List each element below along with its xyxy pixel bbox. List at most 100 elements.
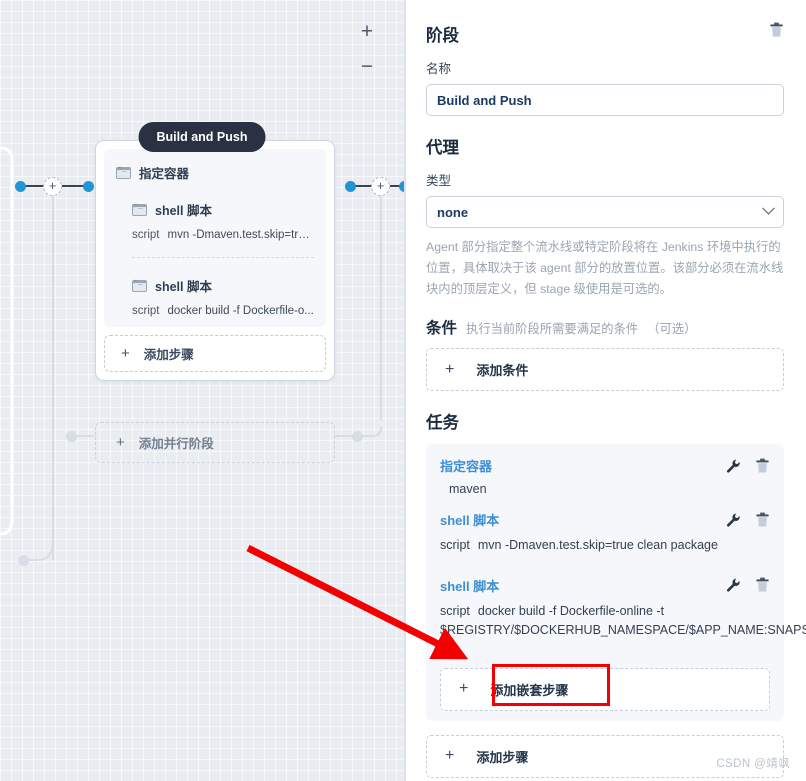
condition-optional: （可选） — [647, 322, 697, 337]
zoom-in-button[interactable]: + — [356, 21, 378, 44]
trash-icon-svg — [756, 458, 769, 473]
type-field-label: 类型 — [426, 174, 452, 188]
add-stage-right-button[interactable]: + — [371, 177, 390, 196]
plus-icon: + — [121, 345, 130, 362]
plus-icon: + — [459, 680, 469, 698]
task-actions — [726, 458, 770, 474]
watermark: CSDN @靖飒 — [716, 758, 790, 770]
task-item: shell 脚本 — [440, 510, 770, 555]
canvas-step-shell-1[interactable]: shell 脚本 — [116, 200, 314, 219]
task-actions — [726, 512, 770, 528]
parallel-connector-dot-left — [66, 431, 77, 442]
canvas-step-label: shell 脚本 — [155, 280, 212, 294]
plus-icon: + — [445, 747, 455, 765]
agent-help-text: Agent 部分指定整个流水线或特定阶段将在 Jenkins 环境中执行的位置，… — [426, 240, 784, 297]
task-header-row[interactable]: shell 脚本 — [440, 576, 770, 595]
add-nested-step-button[interactable]: + 添加嵌套步骤 — [440, 667, 770, 711]
name-field-label: 名称 — [426, 62, 452, 76]
script-value: docker build -f Dockerfile-o... — [167, 305, 314, 317]
script-value: mvn -Dmaven.test.skip=tru... — [167, 229, 314, 241]
trash-icon-svg — [756, 577, 769, 593]
plus-icon: + — [116, 434, 125, 451]
canvas-connectors — [0, 146, 404, 561]
task-actions — [726, 577, 770, 593]
add-parallel-stage-wrap: + 添加并行阶段 — [95, 422, 335, 463]
pipeline-editor: + − + + Build and Push 指定容器 shell 脚本 — [0, 0, 806, 781]
zoom-out-button[interactable]: − — [356, 56, 378, 79]
script-value: mvn -Dmaven.test.skip=true clean package — [477, 538, 718, 553]
trash-icon[interactable] — [755, 577, 770, 593]
task-header-row[interactable]: 指定容器 — [440, 456, 770, 475]
stage-title-pill[interactable]: Build and Push — [138, 122, 266, 152]
plus-icon: + — [445, 360, 455, 378]
connector-dot-right-inner[interactable] — [345, 181, 356, 192]
script-key: script — [132, 305, 160, 317]
trash-icon[interactable] — [769, 22, 784, 38]
task-name-label[interactable]: 指定容器 — [440, 456, 492, 475]
add-condition-button[interactable]: + 添加条件 — [426, 348, 784, 392]
add-parallel-stage-button[interactable]: + 添加并行阶段 — [95, 422, 335, 463]
add-parallel-stage-label: 添加并行阶段 — [138, 437, 214, 451]
trash-icon[interactable] — [755, 458, 770, 474]
trash-icon-svg — [770, 22, 783, 38]
task-header-row[interactable]: shell 脚本 — [440, 510, 770, 529]
condition-heading-row: 条件 执行当前阶段所需要满足的条件 （可选） — [426, 316, 784, 338]
branch-connector-dot-bottom — [18, 555, 29, 566]
task-item: 指定容器 maven — [440, 456, 770, 496]
trash-icon[interactable] — [755, 512, 770, 528]
step-divider — [132, 257, 314, 258]
stage-steps-box: 指定容器 shell 脚本 script mvn -Dmaven.test.ski… — [104, 149, 326, 327]
canvas-step-label: 指定容器 — [139, 167, 190, 181]
task-sub-value: maven — [449, 482, 487, 497]
wrench-icon-svg — [726, 578, 740, 592]
add-step-label: 添加步骤 — [476, 749, 529, 765]
add-condition-label: 添加条件 — [476, 363, 529, 379]
add-nested-step-wrap: + 添加嵌套步骤 — [440, 663, 770, 711]
terminal-icon — [132, 203, 147, 216]
canvas-step-container[interactable]: 指定容器 — [116, 163, 314, 182]
script-value: docker build -f Dockerfile-online -t $RE… — [440, 603, 806, 657]
canvas-step-shell-2[interactable]: shell 脚本 — [116, 276, 314, 295]
panel-title-tasks: 任务 — [426, 414, 459, 433]
connector-dot-left-inner[interactable] — [83, 181, 94, 192]
canvas-step-script-1: script mvn -Dmaven.test.skip=tru... — [116, 229, 314, 241]
canvas-step-script-2: script docker build -f Dockerfile-o... — [116, 305, 314, 317]
canvas-step-label: shell 脚本 — [155, 204, 212, 218]
add-nested-step-label: 添加嵌套步骤 — [490, 682, 569, 698]
agent-type-select[interactable]: none — [426, 196, 784, 228]
chevron-down-icon — [762, 201, 775, 215]
wrench-icon-svg — [726, 459, 740, 473]
script-key: script — [440, 603, 470, 618]
panel-title-agent: 代理 — [426, 139, 459, 157]
stage-settings-panel: 阶段 名称 代理 类型 none Agent 部分指定整个流水线或特定阶段将在 … — [404, 0, 806, 781]
panel-header-row: 阶段 — [426, 22, 784, 58]
canvas-add-step-label: 添加步骤 — [143, 348, 194, 362]
task-name-label[interactable]: shell 脚本 — [440, 510, 499, 529]
trash-icon-svg — [756, 512, 769, 527]
canvas-add-step-button[interactable]: + 添加步骤 — [104, 335, 326, 372]
add-stage-left-button[interactable]: + — [43, 177, 62, 196]
tasks-list: 指定容器 maven shell 脚本 script mvn -Dmaven.t… — [426, 444, 806, 721]
wrench-icon[interactable] — [726, 577, 741, 593]
canvas-add-step-wrap: + 添加步骤 — [104, 335, 326, 372]
connector-dot-left-outer[interactable] — [15, 181, 26, 192]
condition-subtitle: 执行当前阶段所需要满足的条件 — [466, 322, 639, 337]
stage-name-input[interactable] — [426, 84, 784, 116]
condition-title: 条件 — [426, 320, 458, 338]
wrench-icon-svg — [726, 513, 740, 527]
script-key: script — [132, 229, 160, 241]
panel-title-stage: 阶段 — [426, 27, 459, 45]
task-script-row: script docker build -f Dockerfile-online … — [440, 602, 806, 660]
wrench-icon[interactable] — [726, 512, 741, 528]
script-key: script — [440, 538, 470, 553]
stage-node-card[interactable]: 指定容器 shell 脚本 script mvn -Dmaven.test.ski… — [95, 140, 335, 381]
task-item: shell 脚本 — [440, 576, 806, 660]
parallel-connector-dot-right — [352, 431, 363, 442]
wrench-icon[interactable] — [726, 458, 741, 474]
pipeline-canvas[interactable]: + − + + Build and Push 指定容器 shell 脚本 — [0, 0, 404, 781]
terminal-icon — [132, 279, 147, 292]
task-script-row: script mvn -Dmaven.test.skip=true clean p… — [440, 536, 770, 555]
terminal-icon — [116, 166, 131, 179]
agent-type-value: none — [437, 204, 469, 220]
task-name-label[interactable]: shell 脚本 — [440, 576, 499, 595]
